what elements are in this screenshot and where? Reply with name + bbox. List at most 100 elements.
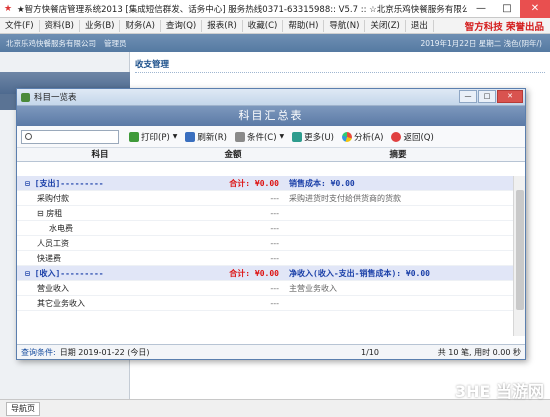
- cell-amount: ---: [270, 223, 279, 233]
- column-header-subject[interactable]: 科目: [17, 148, 183, 161]
- cell-subject: 快递费: [37, 253, 61, 263]
- printer-icon: [129, 131, 139, 142]
- table-row[interactable]: 采购付款 --- 采购进货时支付给供货商的货款: [17, 191, 513, 206]
- column-header-amount[interactable]: 金额: [183, 148, 283, 161]
- menu-exit[interactable]: 退出: [406, 19, 434, 32]
- refresh-button[interactable]: 刷新(R): [185, 131, 227, 143]
- menu-report[interactable]: 报表(R): [202, 19, 243, 32]
- cell-summary: 采购进货时支付给供货商的货款: [289, 193, 401, 203]
- section-divider: [135, 72, 545, 73]
- menu-data[interactable]: 资料(B): [40, 19, 80, 32]
- window-title: ★智方快餐店管理系统2013 [集成短信群发、话务中心] 服务热线0371-63…: [17, 4, 467, 15]
- dropdown-arrow-icon[interactable]: ▼: [280, 133, 285, 140]
- report-title-banner: 科目汇总表: [17, 106, 525, 126]
- more-label: 更多(U): [304, 132, 334, 143]
- grid-header: 科目 金额 摘要: [17, 148, 525, 162]
- watermark-logo: 3HE 当游网: [454, 382, 544, 401]
- grid-body: ⊟ [支出]--------- 合计: ¥0.00 销售成本: ¥0.00 采购付款 -…: [17, 176, 513, 336]
- cell-subject: ⊟ 房租: [37, 208, 63, 218]
- page-indicator: 1/10: [361, 347, 379, 357]
- print-button[interactable]: 打印(P) ▼: [129, 131, 177, 143]
- dialog-maximize-button[interactable]: □: [478, 90, 496, 103]
- cell-amount: ---: [270, 283, 279, 293]
- more-icon: [292, 131, 303, 142]
- subject-list-dialog: 科目一览表 — □ ✕ 科目汇总表 打印(P) ▼ 刷新(R) 条件(C) ▼ …: [16, 88, 526, 360]
- table-row[interactable]: 其它业务收入 ---: [17, 296, 513, 311]
- cell-subject: 营业收入: [37, 283, 69, 293]
- current-user: 管理员: [104, 38, 127, 48]
- condition-label: 条件(C): [246, 132, 277, 143]
- filter-funnel-icon: [234, 131, 245, 142]
- menu-business[interactable]: 业务(B): [80, 19, 121, 32]
- query-condition-value: 日期 2019-01-22 (今日): [59, 347, 150, 357]
- cell-subject: 其它业务收入: [37, 298, 85, 308]
- table-row[interactable]: 水电费 ---: [17, 221, 513, 236]
- scrollbar-thumb[interactable]: [516, 190, 524, 310]
- cell-amount: ---: [270, 253, 279, 263]
- table-row[interactable]: 快递费 ---: [17, 251, 513, 266]
- dialog-close-button[interactable]: ✕: [497, 90, 523, 103]
- table-row[interactable]: ⊟ 房租 ---: [17, 206, 513, 221]
- cell-subject: 人员工资: [37, 238, 69, 248]
- analysis-label: 分析(A): [354, 132, 384, 143]
- vertical-scrollbar[interactable]: [513, 176, 525, 336]
- table-row[interactable]: 人员工资 ---: [17, 236, 513, 251]
- minimize-button[interactable]: —: [468, 0, 494, 18]
- app-star-icon: ★: [4, 3, 13, 14]
- brand-label: 智方科技 荣誉出品: [464, 22, 544, 33]
- search-input[interactable]: [21, 129, 119, 144]
- cell-subject: 采购付款: [37, 193, 69, 203]
- print-label: 打印(P): [141, 132, 170, 143]
- cell-amount: ---: [270, 193, 279, 203]
- menu-finance[interactable]: 财务(A): [120, 19, 161, 32]
- window-controls: — □ ✕: [468, 0, 550, 18]
- navigation-page-tab[interactable]: 导航页: [6, 401, 40, 416]
- analysis-button[interactable]: 分析(A): [342, 131, 383, 143]
- cell-summary: 主营业务收入: [289, 283, 337, 293]
- window-titlebar: ★ ★智方快餐店管理系统2013 [集成短信群发、话务中心] 服务热线0371-…: [0, 0, 550, 18]
- record-summary: 共 10 笔, 用时 0.00 秒: [437, 347, 521, 357]
- company-name: 北京乐鸡快餐服务有限公司: [6, 38, 96, 48]
- refresh-label: 刷新(R): [197, 132, 227, 143]
- table-row[interactable]: 营业收入 --- 主营业务收入: [17, 281, 513, 296]
- info-bar: 北京乐鸡快餐服务有限公司 管理员 2019年1月22日 星期二 浅色(阴年/): [0, 34, 550, 52]
- no-entry-icon: [391, 131, 402, 142]
- menu-favorites[interactable]: 收藏(C): [243, 19, 284, 32]
- datetime-label: 2019年1月22日 星期二 浅色(阴年/): [420, 38, 542, 48]
- dialog-minimize-button[interactable]: —: [459, 90, 477, 103]
- menu-help[interactable]: 帮助(H): [283, 19, 325, 32]
- query-condition-label: 查询条件:: [21, 347, 56, 357]
- group-row[interactable]: ⊟ [收入]--------- 合计: ¥0.00 净收入(收入-支出-销售成本):…: [17, 266, 513, 281]
- menu-query[interactable]: 查询(Q): [161, 19, 203, 32]
- dialog-footer: 查询条件: 日期 2019-01-22 (今日) 1/10 共 10 笔, 用时…: [17, 344, 525, 359]
- menu-file[interactable]: 文件(F): [0, 19, 40, 32]
- dialog-toolbar: 打印(P) ▼ 刷新(R) 条件(C) ▼ 更多(U) 分析(A) 返回(Q): [17, 126, 525, 148]
- status-bar: 导航页 3HE 当游网: [0, 382, 550, 417]
- cell-amount: ---: [270, 238, 279, 248]
- back-button[interactable]: 返回(Q): [391, 131, 434, 143]
- cell-subject: 水电费: [49, 223, 73, 233]
- cell-amount: ---: [270, 208, 279, 218]
- condition-button[interactable]: 条件(C) ▼: [234, 131, 285, 143]
- dialog-title: 科目一览表: [34, 93, 77, 103]
- close-button[interactable]: ✕: [520, 0, 550, 18]
- cell-subject: ⊟ [收入]---------: [25, 268, 104, 278]
- cell-subject: ⊟ [支出]---------: [25, 178, 104, 188]
- menu-close[interactable]: 关闭(Z): [365, 19, 406, 32]
- column-header-summary[interactable]: 摘要: [283, 148, 513, 161]
- group-row[interactable]: ⊟ [支出]--------- 合计: ¥0.00 销售成本: ¥0.00: [17, 176, 513, 191]
- dialog-titlebar[interactable]: 科目一览表 — □ ✕: [17, 89, 525, 106]
- maximize-button[interactable]: □: [494, 0, 520, 18]
- cell-amount: ---: [270, 298, 279, 308]
- refresh-icon: [185, 131, 196, 142]
- menu-navigation[interactable]: 导航(N): [324, 19, 366, 32]
- cell-amount: 合计: ¥0.00: [229, 178, 279, 188]
- more-button[interactable]: 更多(U): [292, 131, 334, 143]
- cell-amount: 合计: ¥0.00: [229, 268, 279, 278]
- back-label: 返回(Q): [403, 132, 434, 143]
- section-title: 收支管理: [135, 60, 170, 70]
- dialog-controls: — □ ✕: [458, 90, 523, 103]
- dropdown-arrow-icon[interactable]: ▼: [173, 133, 178, 140]
- menu-bar: 文件(F) 资料(B) 业务(B) 财务(A) 查询(Q) 报表(R) 收藏(C…: [0, 18, 550, 34]
- pie-chart-icon: [342, 131, 352, 142]
